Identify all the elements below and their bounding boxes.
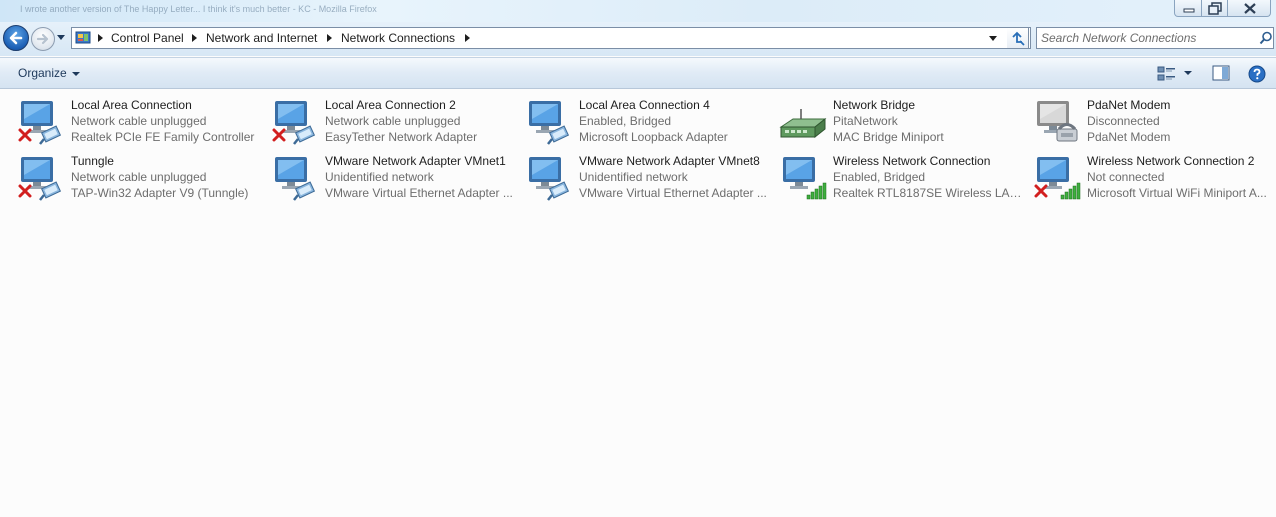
restore-button[interactable] bbox=[1201, 0, 1228, 17]
connection-name: Tunngle bbox=[71, 154, 114, 168]
lan-disconnected-icon bbox=[18, 157, 62, 201]
connection-status: PitaNetwork bbox=[833, 114, 898, 128]
connection-item[interactable]: PdaNet Modem Disconnected PdaNet Modem bbox=[1033, 95, 1276, 147]
network-bridge-icon bbox=[779, 109, 827, 139]
connection-device: EasyTether Network Adapter bbox=[325, 130, 478, 144]
connection-status: Unidentified network bbox=[579, 170, 688, 184]
lan-disconnected-icon bbox=[18, 101, 62, 145]
connection-device: TAP-Win32 Adapter V9 (Tunngle) bbox=[71, 186, 249, 200]
close-icon bbox=[1244, 3, 1256, 14]
connection-item[interactable]: Local Area Connection 2 Network cable unp… bbox=[271, 95, 521, 147]
forward-arrow-icon bbox=[36, 33, 49, 45]
connection-device: VMware Virtual Ethernet Adapter ... bbox=[325, 186, 513, 200]
preview-pane-icon[interactable] bbox=[1212, 65, 1230, 81]
address-history-dropdown-icon[interactable] bbox=[989, 36, 998, 42]
connection-item[interactable]: Wireless Network Connection Enabled, Brid… bbox=[779, 151, 1029, 203]
organize-menu-button[interactable]: Organize bbox=[18, 66, 80, 80]
connection-status: Network cable unplugged bbox=[71, 114, 207, 128]
connection-status: Enabled, Bridged bbox=[833, 170, 926, 184]
window-title-bar: I wrote another version of The Happy Let… bbox=[0, 0, 1276, 22]
breadcrumb-network-connections[interactable]: Network Connections bbox=[341, 31, 455, 45]
connection-item[interactable]: VMware Network Adapter VMnet1 Unidentifie… bbox=[271, 151, 521, 203]
address-bar[interactable]: Control Panel Network and Internet Netwo… bbox=[71, 27, 1031, 49]
control-panel-icon bbox=[75, 31, 91, 44]
connection-name: VMware Network Adapter VMnet8 bbox=[579, 154, 760, 168]
modem-icon bbox=[1037, 101, 1078, 142]
connection-status: Network cable unplugged bbox=[325, 114, 461, 128]
breadcrumb-separator-icon[interactable] bbox=[327, 34, 332, 42]
command-bar: Organize bbox=[0, 57, 1276, 89]
forward-button[interactable] bbox=[31, 27, 55, 51]
connection-item[interactable]: Tunngle Network cable unplugged TAP-Win32 … bbox=[17, 151, 267, 203]
lan-disconnected-icon bbox=[272, 101, 316, 145]
search-input[interactable] bbox=[1041, 30, 1246, 46]
connection-item[interactable]: Local Area Connection Network cable unplu… bbox=[17, 95, 267, 147]
connection-status: Unidentified network bbox=[325, 170, 434, 184]
back-button[interactable] bbox=[3, 25, 29, 51]
connection-item[interactable]: Local Area Connection 4 Enabled, Bridged M… bbox=[525, 95, 775, 147]
connection-device: VMware Virtual Ethernet Adapter ... bbox=[579, 186, 767, 200]
refresh-button[interactable] bbox=[1007, 27, 1029, 49]
lan-icon bbox=[529, 157, 570, 201]
connection-name: Local Area Connection bbox=[71, 98, 192, 112]
lan-icon bbox=[529, 101, 570, 145]
breadcrumb-separator-icon[interactable] bbox=[98, 34, 103, 42]
organize-label: Organize bbox=[18, 66, 67, 80]
wireless-icon bbox=[783, 157, 827, 200]
back-arrow-icon bbox=[9, 31, 23, 45]
help-icon[interactable] bbox=[1248, 65, 1266, 83]
navigation-bar: Control Panel Network and Internet Netwo… bbox=[0, 22, 1276, 56]
change-view-icon[interactable] bbox=[1157, 66, 1177, 82]
connection-device: PdaNet Modem bbox=[1087, 130, 1171, 144]
lan-icon bbox=[275, 157, 316, 201]
minimize-icon bbox=[1183, 8, 1195, 13]
connection-status: Enabled, Bridged bbox=[579, 114, 672, 128]
breadcrumb-separator-icon[interactable] bbox=[465, 34, 470, 42]
connection-device: Realtek RTL8187SE Wireless LAN ... bbox=[833, 186, 1029, 200]
restore-icon bbox=[1208, 2, 1222, 15]
connection-device: Realtek PCIe FE Family Controller bbox=[71, 130, 255, 144]
connection-item[interactable]: Wireless Network Connection 2 Not connect… bbox=[1033, 151, 1276, 203]
breadcrumb-network-and-internet[interactable]: Network and Internet bbox=[206, 31, 317, 45]
connection-item[interactable]: Network Bridge PitaNetwork MAC Bridge Mini… bbox=[779, 95, 1029, 147]
connection-name: Local Area Connection 4 bbox=[579, 98, 710, 112]
connection-device: Microsoft Virtual WiFi Miniport A... bbox=[1087, 186, 1267, 200]
connection-device: MAC Bridge Miniport bbox=[833, 130, 944, 144]
search-icon[interactable] bbox=[1259, 31, 1273, 45]
background-window-title: I wrote another version of The Happy Let… bbox=[20, 4, 377, 14]
connection-name: Wireless Network Connection bbox=[833, 154, 991, 168]
close-button[interactable] bbox=[1227, 0, 1271, 17]
recent-pages-dropdown-icon[interactable] bbox=[57, 35, 66, 41]
view-options-dropdown-icon[interactable] bbox=[1184, 71, 1192, 75]
connection-name: Local Area Connection 2 bbox=[325, 98, 456, 112]
breadcrumb-separator-icon[interactable] bbox=[192, 34, 197, 42]
minimize-button[interactable] bbox=[1174, 0, 1202, 17]
wireless-disconnected-icon bbox=[1034, 157, 1081, 200]
search-box[interactable] bbox=[1036, 27, 1274, 49]
refresh-icon bbox=[1012, 31, 1025, 46]
connection-name: Wireless Network Connection 2 bbox=[1087, 154, 1255, 168]
connection-name: Network Bridge bbox=[833, 98, 916, 112]
connection-status: Network cable unplugged bbox=[71, 170, 207, 184]
connection-name: VMware Network Adapter VMnet1 bbox=[325, 154, 506, 168]
connection-status: Not connected bbox=[1087, 170, 1165, 184]
connection-name: PdaNet Modem bbox=[1087, 98, 1171, 112]
connection-status: Disconnected bbox=[1087, 114, 1160, 128]
connection-device: Microsoft Loopback Adapter bbox=[579, 130, 728, 144]
connection-item[interactable]: VMware Network Adapter VMnet8 Unidentifie… bbox=[525, 151, 775, 203]
network-connections-list: Local Area Connection Network cable unplu… bbox=[0, 89, 1276, 517]
breadcrumb-control-panel[interactable]: Control Panel bbox=[111, 31, 184, 45]
chevron-down-icon bbox=[71, 71, 80, 76]
